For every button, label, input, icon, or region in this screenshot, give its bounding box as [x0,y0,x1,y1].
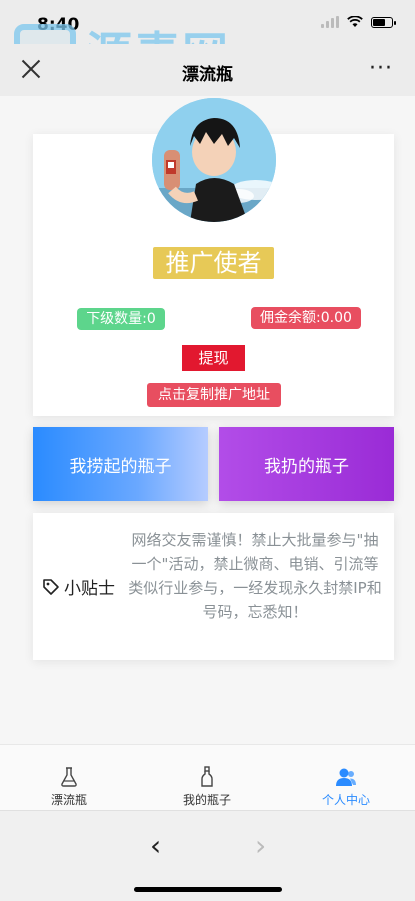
copy-promo-link-button[interactable]: 点击复制推广地址 [147,383,281,407]
role-badge: 推广使者 [153,247,274,279]
flask-icon [61,767,77,787]
thrown-bottles-label: 我扔的瓶子 [264,456,349,477]
picked-bottles-button[interactable]: 我捞起的瓶子 [33,427,208,501]
picked-bottles-label: 我捞起的瓶子 [69,456,172,477]
tips-label: 小贴士 [64,579,115,599]
tab-personal-center[interactable]: 个人中心 [277,745,415,811]
tag-icon [43,578,59,595]
nav-bar: 漂流瓶 ··· [0,44,415,96]
commission-balance-badge: 佣金余额:0.00 [251,307,361,329]
bottle-icon [201,766,213,787]
avatar[interactable] [152,98,276,222]
page-title: 漂流瓶 [182,65,233,85]
forward-arrow-icon[interactable]: › [255,829,266,862]
tab-my-bottles[interactable]: 我的瓶子 [138,745,276,811]
signal-icon [321,16,339,28]
tab-drift-bottle-label: 漂流瓶 [50,793,87,807]
tab-personal-center-label: 个人中心 [321,793,370,807]
tips-text: 网络交友需谨慎！禁止大批量参与"抽一个"活动，禁止微商、电销、引流等类似行业参与… [128,531,382,621]
status-icons [321,16,396,28]
more-icon[interactable]: ··· [369,56,393,81]
browser-toolbar: ‹ › [0,810,415,901]
wifi-icon [347,16,363,27]
tips-heading: 小贴士 [42,574,115,599]
thrown-bottles-button[interactable]: 我扔的瓶子 [219,427,394,501]
battery-icon [371,16,396,28]
home-indicator [134,887,282,892]
tab-drift-bottle[interactable]: 漂流瓶 [0,745,138,811]
withdraw-button[interactable]: 提现 [182,345,245,371]
back-arrow-icon[interactable]: ‹ [150,829,161,862]
subordinate-count-badge: 下级数量:0 [77,308,165,330]
tab-my-bottles-label: 我的瓶子 [182,793,231,807]
avatar-illustration [152,98,276,222]
tab-bar: 漂流瓶 我的瓶子 个人中心 [0,744,415,811]
user-icon [336,768,356,786]
